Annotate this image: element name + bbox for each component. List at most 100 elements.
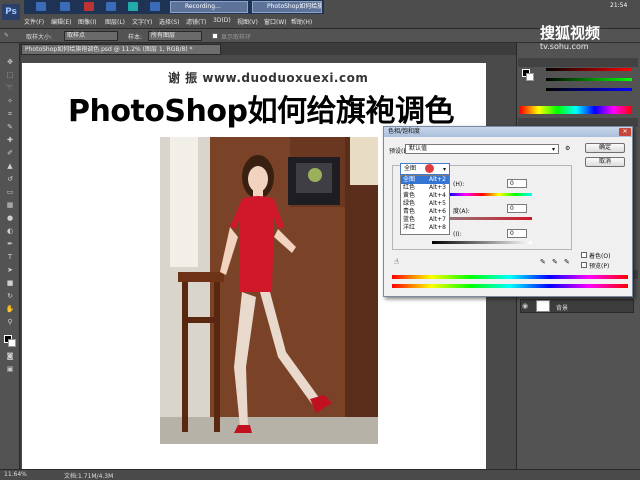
channel-option-name: 黄色: [403, 192, 416, 199]
menu-view[interactable]: 视图(V): [237, 17, 258, 26]
close-icon[interactable]: ✕: [619, 128, 631, 136]
color-spectrum[interactable]: [520, 106, 632, 114]
taskbar-app-icon[interactable]: [128, 2, 138, 11]
red-slider[interactable]: [546, 68, 632, 71]
eraser-tool-icon[interactable]: ▭: [4, 188, 16, 197]
history-brush-tool-icon[interactable]: ↺: [4, 175, 16, 184]
document-info[interactable]: 文档:1.71M/4.3M: [64, 471, 113, 480]
dialog-title: 色相/饱和度: [384, 127, 632, 137]
menu-3d[interactable]: 3D(D): [213, 17, 231, 24]
lightness-input[interactable]: 0: [507, 229, 527, 238]
document-tab[interactable]: PhotoShop如何给旗袍调色.psd @ 11.2% (图层 1, RGB/…: [21, 44, 221, 55]
saturation-input[interactable]: 0: [507, 204, 527, 213]
blur-tool-icon[interactable]: ●: [4, 214, 16, 223]
quick-select-tool-icon[interactable]: ✧: [4, 97, 16, 106]
channel-option[interactable]: 蓝色 Alt+7: [401, 216, 449, 224]
taskbar-recording-button[interactable]: Recording...: [170, 1, 248, 13]
zoom-level[interactable]: 11.64%: [4, 471, 27, 478]
taskbar-app-icon[interactable]: [60, 2, 70, 11]
quick-mask-icon[interactable]: ◙: [4, 352, 16, 361]
hand-tool-icon[interactable]: ✋: [4, 305, 16, 314]
channel-option-name: 蓝色: [403, 216, 416, 223]
menu-window[interactable]: 窗口(W): [264, 17, 287, 26]
lightness-slider[interactable]: [432, 241, 532, 244]
menu-file[interactable]: 文件(F): [24, 17, 44, 26]
zoom-tool-icon[interactable]: ⚲: [4, 318, 16, 327]
marquee-tool-icon[interactable]: ⬚: [4, 71, 16, 80]
eyedropper-minus-icon[interactable]: ✎: [564, 258, 570, 266]
blue-slider[interactable]: [546, 88, 632, 91]
preset-select[interactable]: 默认值: [405, 144, 559, 154]
channel-option[interactable]: 洋红 Alt+8: [401, 224, 449, 232]
cancel-button[interactable]: 取消: [585, 157, 625, 167]
channel-option-shortcut: Alt+6: [429, 208, 446, 215]
channel-option[interactable]: 红色 Alt+3: [401, 184, 449, 192]
layer-thumbnail: [536, 300, 550, 312]
menu-image[interactable]: 图像(I): [78, 17, 96, 26]
menu-layer[interactable]: 图层(L): [105, 17, 125, 26]
sohu-video-url: tv.sohu.com: [540, 42, 589, 51]
channel-option-shortcut: Alt+3: [429, 184, 446, 191]
menu-filter[interactable]: 滤镜(T): [186, 17, 206, 26]
taskbar-app-icon[interactable]: [84, 2, 94, 11]
path-select-tool-icon[interactable]: ➤: [4, 266, 16, 275]
channel-option-shortcut: Alt+4: [429, 192, 446, 199]
channel-option[interactable]: 青色 Alt+6: [401, 208, 449, 216]
layer-name[interactable]: 背景: [556, 303, 568, 312]
chevron-down-icon[interactable]: ▾: [443, 166, 446, 173]
channel-option[interactable]: 全图 Alt+2: [401, 176, 449, 184]
taskbar-app-icon[interactable]: [106, 2, 116, 11]
crop-tool-icon[interactable]: ⌗: [4, 110, 16, 119]
sample-size-select[interactable]: 取样点: [64, 31, 118, 41]
input-color-bar: [392, 275, 628, 279]
channel-option[interactable]: 绿色 Alt+5: [401, 200, 449, 208]
colorize-label: 着色(O): [589, 253, 611, 260]
preset-options-icon[interactable]: ⚙: [565, 145, 570, 152]
panel-background-swatch[interactable]: [526, 73, 534, 81]
menu-select[interactable]: 选择(S): [159, 17, 180, 26]
healing-tool-icon[interactable]: ✚: [4, 136, 16, 145]
sohu-video-logo: 搜狐视频: [540, 24, 601, 42]
dodge-tool-icon[interactable]: ◐: [4, 227, 16, 236]
eyedropper-tool-icon[interactable]: ✎: [4, 123, 16, 132]
document-title: PhotoShop如何给旗袍调色: [68, 94, 454, 129]
menu-help[interactable]: 帮助(H): [291, 17, 312, 26]
3d-rotate-tool-icon[interactable]: ↻: [4, 292, 16, 301]
eyedropper-icon[interactable]: ✎: [4, 32, 9, 39]
green-slider[interactable]: [546, 78, 632, 81]
taskbar-app-icon[interactable]: [36, 2, 46, 11]
photoshop-logo: Ps: [2, 4, 20, 20]
screen-mode-icon[interactable]: ▣: [4, 365, 16, 374]
show-ring-checkbox[interactable]: [212, 33, 218, 39]
eyedropper-plus-icon[interactable]: ✎: [552, 258, 558, 266]
type-tool-icon[interactable]: T: [4, 253, 16, 262]
preview-label: 预览(P): [589, 263, 610, 270]
eyedropper-icon[interactable]: ✎: [540, 258, 546, 266]
menu-type[interactable]: 文字(Y): [132, 17, 152, 26]
chevron-down-icon[interactable]: ▾: [552, 146, 555, 153]
taskbar-photoshop-button[interactable]: PhotoShop如何给旗...: [252, 1, 322, 13]
stamp-tool-icon[interactable]: ▲: [4, 162, 16, 171]
lasso-tool-icon[interactable]: ➰: [4, 84, 16, 93]
channel-option[interactable]: 黄色 Alt+4: [401, 192, 449, 200]
move-tool-icon[interactable]: ✥: [4, 58, 16, 67]
channel-option-shortcut: Alt+2: [429, 176, 446, 183]
show-ring-label: 显示取样环: [221, 34, 252, 41]
brush-tool-icon[interactable]: ✐: [4, 149, 16, 158]
channel-option-name: 绿色: [403, 200, 416, 207]
taskbar-app-icon[interactable]: [150, 2, 160, 11]
colorize-checkbox[interactable]: [581, 252, 587, 258]
shape-tool-icon[interactable]: ■: [4, 279, 16, 288]
pen-tool-icon[interactable]: ✒: [4, 240, 16, 249]
menu-edit[interactable]: 编辑(E): [51, 17, 71, 26]
preview-checkbox[interactable]: ✓: [581, 262, 587, 269]
color-panel-tab[interactable]: [518, 58, 638, 67]
sample-select[interactable]: 所有图层: [148, 31, 202, 41]
background-color-swatch[interactable]: [8, 339, 16, 347]
gradient-tool-icon[interactable]: ▦: [4, 201, 16, 210]
hue-input[interactable]: 0: [507, 179, 527, 188]
eye-icon[interactable]: ◉: [522, 302, 528, 310]
target-adjust-icon[interactable]: ☝: [394, 257, 399, 266]
clock: 21:54: [610, 2, 628, 9]
ok-button[interactable]: 确定: [585, 143, 625, 153]
